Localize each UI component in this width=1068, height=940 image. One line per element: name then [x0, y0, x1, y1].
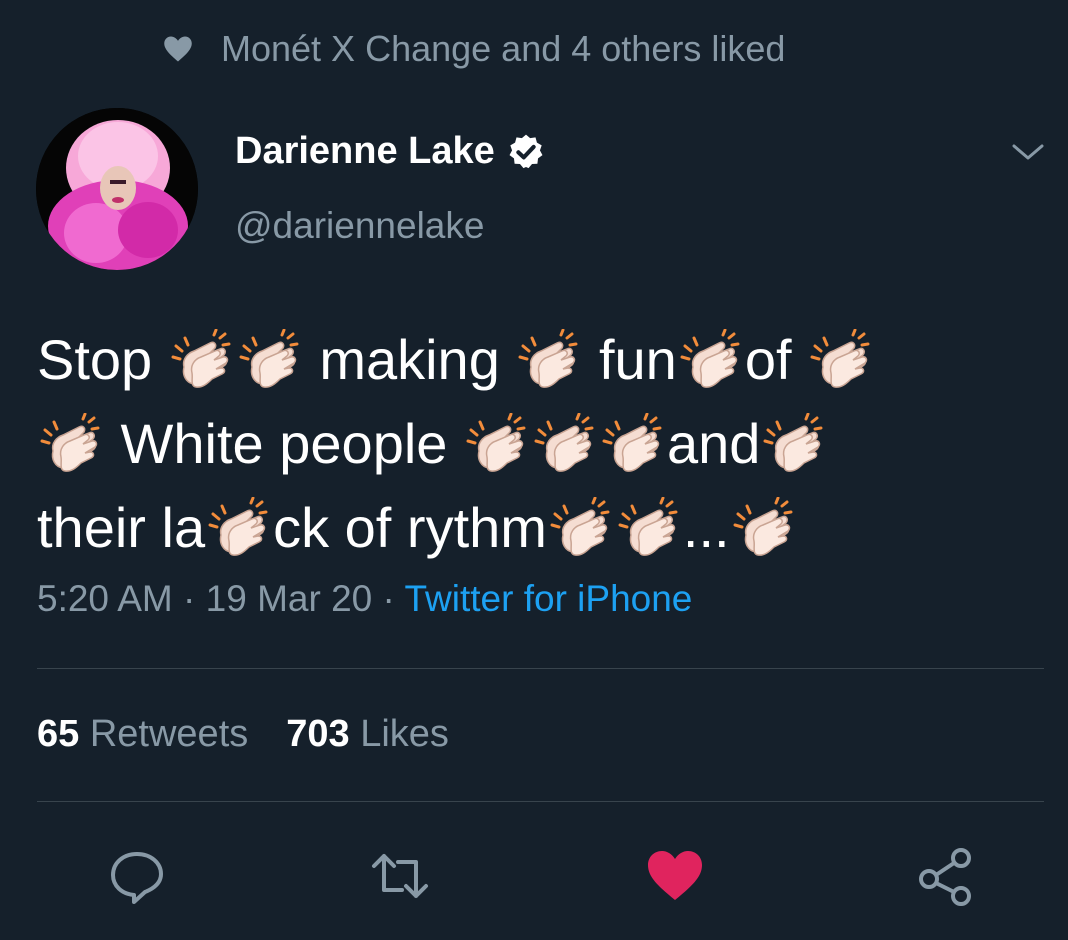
retweets-count: 65 [37, 713, 80, 755]
clapping-hands-icon [762, 412, 826, 477]
chevron-down-icon[interactable] [1010, 140, 1046, 164]
retweets-stat[interactable]: 65 Retweets [37, 713, 248, 756]
divider [37, 668, 1044, 669]
author-name-label: Darienne Lake [235, 130, 495, 172]
like-icon[interactable] [645, 846, 705, 906]
clapping-hands-icon [533, 412, 597, 477]
likes-stat[interactable]: 703 Likes [286, 713, 449, 756]
clapping-hands-icon [679, 328, 743, 393]
tweet-text-fragment: fun [583, 328, 677, 391]
tweet-text-fragment: of [744, 328, 808, 391]
share-icon[interactable] [915, 846, 975, 906]
author-name[interactable]: Darienne Lake [235, 130, 545, 173]
tweet-time: 5:20 AM [37, 578, 173, 619]
likes-label: Likes [360, 713, 449, 755]
clapping-hands-icon [549, 496, 613, 561]
clapping-hands-icon [732, 496, 796, 561]
tweet-text: Stop making fun of White people and their … [37, 318, 1037, 570]
clapping-hands-icon [207, 496, 271, 561]
tweet-meta: 5:20 AM · 19 Mar 20 · Twitter for iPhone [37, 578, 692, 620]
tweet-text-fragment: ... [682, 496, 730, 559]
avatar[interactable] [36, 108, 198, 270]
reply-icon[interactable] [107, 846, 167, 906]
divider [37, 801, 1044, 802]
clapping-hands-icon [465, 412, 529, 477]
meta-separator: · [372, 578, 405, 619]
tweet-text-fragment: their la [37, 496, 206, 559]
clapping-hands-icon [170, 328, 234, 393]
tweet-text-fragment: and [666, 412, 761, 475]
retweet-icon[interactable] [370, 846, 430, 906]
clapping-hands-icon [238, 328, 302, 393]
clapping-hands-icon [601, 412, 665, 477]
clapping-hands-icon [39, 412, 103, 477]
tweet-text-fragment: making [303, 328, 516, 391]
tweet-date: 19 Mar 20 [205, 578, 373, 619]
author-handle[interactable]: @dariennelake [235, 205, 484, 247]
clapping-hands-icon [617, 496, 681, 561]
tweet-stats: 65 Retweets 703 Likes [37, 713, 449, 756]
social-context[interactable]: Monét X Change and 4 others liked [163, 28, 785, 70]
likes-count: 703 [286, 713, 350, 755]
tweet-source-link[interactable]: Twitter for iPhone [404, 578, 692, 619]
retweets-label: Retweets [89, 713, 249, 755]
clapping-hands-icon [517, 328, 581, 393]
verified-badge-icon [509, 134, 543, 168]
meta-separator: · [172, 578, 206, 619]
social-context-label: Monét X Change and 4 others liked [221, 28, 786, 69]
tweet-text-fragment: Stop [37, 328, 168, 391]
heart-icon [164, 36, 192, 62]
tweet-text-fragment: White people [105, 412, 463, 475]
tweet-text-fragment: ck of rythm [273, 496, 547, 559]
clapping-hands-icon [809, 328, 873, 393]
